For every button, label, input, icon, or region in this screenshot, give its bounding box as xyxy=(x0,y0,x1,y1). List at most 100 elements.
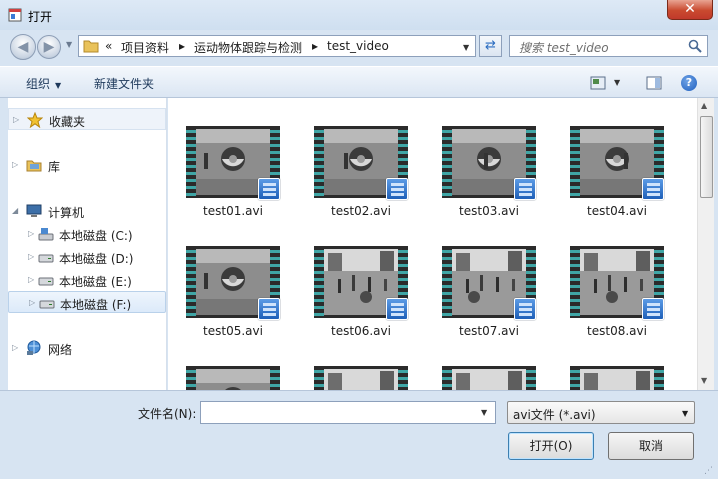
film-strip xyxy=(398,366,408,390)
file-item[interactable] xyxy=(552,338,672,390)
refresh-button[interactable]: ⇄ xyxy=(479,35,502,57)
file-name: test03.avi xyxy=(459,204,519,218)
window-title: 打开 xyxy=(28,10,53,24)
expand-icon[interactable]: ▷ xyxy=(28,252,34,261)
film-strip xyxy=(442,126,452,198)
preview-pane-icon[interactable] xyxy=(646,76,662,90)
nav-label-drive: 本地磁盘 (C:) xyxy=(59,229,133,243)
network-icon xyxy=(27,340,41,355)
film-strip xyxy=(270,366,280,390)
expand-icon[interactable]: ▷ xyxy=(12,343,18,352)
file-name: test01.avi xyxy=(203,204,263,218)
breadcrumb-overflow[interactable]: « xyxy=(105,39,112,53)
expand-icon[interactable]: ▷ xyxy=(28,275,34,284)
vertical-scrollbar[interactable]: ▲ ▼ xyxy=(697,98,714,390)
file-name: test08.avi xyxy=(587,324,647,338)
video-frame xyxy=(452,369,526,390)
scroll-down-icon[interactable]: ▼ xyxy=(701,376,707,385)
expand-icon[interactable]: ▷ xyxy=(29,298,35,307)
nav-label-drive: 本地磁盘 (E:) xyxy=(59,275,132,289)
nav-item-drive-d[interactable]: ▷ 本地磁盘 (D:) xyxy=(8,246,166,268)
film-strip xyxy=(526,366,536,390)
resize-grip[interactable]: ⋰ xyxy=(704,466,713,476)
expand-icon[interactable]: ▷ xyxy=(12,160,18,169)
filename-field[interactable] xyxy=(200,401,496,424)
file-item[interactable]: test04.avi xyxy=(552,98,672,218)
nav-item-network[interactable]: ▷ 网络 xyxy=(8,337,166,359)
address-bar[interactable]: « 项目资料 ▸ 运动物体跟踪与检测 ▸ test_video ▼ xyxy=(78,35,476,57)
filetype-select[interactable]: avi文件 (*.avi) ▼ xyxy=(507,401,695,424)
nav-item-favorites[interactable]: ▷ 收藏夹 xyxy=(8,108,166,130)
title-bar: 打开 ✕ xyxy=(0,0,718,30)
cancel-button[interactable]: 取消 xyxy=(608,432,694,460)
breadcrumb-separator[interactable]: ▸ xyxy=(312,39,318,53)
navigation-pane: ▷ 收藏夹 ▷ 库 ◢ 计算机 ▷ 本地磁盘 (C:) ▷ 本地磁盘 (D:) … xyxy=(8,98,167,390)
nav-item-drive-e[interactable]: ▷ 本地磁盘 (E:) xyxy=(8,269,166,291)
nav-item-drive-c[interactable]: ▷ 本地磁盘 (C:) xyxy=(8,223,166,245)
breadcrumb-item[interactable]: 运动物体跟踪与检测 xyxy=(194,39,302,56)
search-icon[interactable] xyxy=(688,39,702,53)
expand-icon[interactable]: ▷ xyxy=(28,229,34,238)
view-options-dropdown[interactable]: ▼ xyxy=(614,78,620,87)
file-item[interactable]: test01.avi xyxy=(168,98,288,218)
chevron-down-icon: ▼ xyxy=(682,409,689,418)
breadcrumb-separator[interactable]: ▸ xyxy=(179,39,185,53)
video-file-icon xyxy=(514,298,536,320)
file-item[interactable] xyxy=(296,338,416,390)
file-item[interactable]: test02.avi xyxy=(296,98,416,218)
close-button[interactable]: ✕ xyxy=(667,0,713,20)
film-strip xyxy=(186,366,196,390)
video-frame xyxy=(196,369,270,390)
forward-button[interactable]: ▶ xyxy=(37,35,61,59)
file-item[interactable]: test07.avi xyxy=(424,218,544,338)
file-item[interactable] xyxy=(424,338,544,390)
breadcrumb-item[interactable]: test_video xyxy=(327,39,389,53)
video-file-icon xyxy=(258,178,280,200)
nav-item-computer[interactable]: ◢ 计算机 xyxy=(8,200,166,222)
help-icon[interactable]: ? xyxy=(681,75,697,91)
library-icon xyxy=(26,160,42,172)
film-strip xyxy=(314,366,324,390)
collapse-icon[interactable]: ◢ xyxy=(12,206,18,215)
video-file-icon xyxy=(642,298,664,320)
file-item[interactable] xyxy=(168,338,288,390)
scroll-up-icon[interactable]: ▲ xyxy=(701,101,707,110)
organize-button[interactable]: 组织 ▼ xyxy=(26,75,61,92)
expand-icon[interactable]: ▷ xyxy=(13,115,19,124)
search-input[interactable]: 搜索 test_video xyxy=(509,35,708,57)
star-icon xyxy=(27,112,43,128)
film-strip xyxy=(314,246,324,318)
open-button[interactable]: 打开(O) xyxy=(508,432,594,460)
nav-label-network: 网络 xyxy=(48,343,73,357)
video-file-icon xyxy=(642,178,664,200)
file-item[interactable]: test03.avi xyxy=(424,98,544,218)
film-strip xyxy=(570,246,580,318)
video-thumbnail xyxy=(314,366,408,390)
video-thumbnail xyxy=(570,366,664,390)
drive-icon xyxy=(38,254,54,263)
recent-pages-dropdown[interactable]: ▼ xyxy=(66,40,72,49)
video-frame xyxy=(324,369,398,390)
address-dropdown[interactable]: ▼ xyxy=(463,43,469,52)
file-item[interactable]: test06.avi xyxy=(296,218,416,338)
file-item[interactable]: test08.avi xyxy=(552,218,672,338)
new-folder-button[interactable]: 新建文件夹 xyxy=(94,75,154,92)
film-strip xyxy=(570,366,580,390)
video-thumbnail xyxy=(186,366,280,390)
nav-item-drive-f[interactable]: ▷ 本地磁盘 (F:) xyxy=(8,291,166,313)
search-placeholder: 搜索 test_video xyxy=(519,41,609,55)
scrollbar-thumb[interactable] xyxy=(700,116,713,198)
film-strip xyxy=(442,366,452,390)
filename-history-dropdown[interactable]: ▼ xyxy=(481,408,487,417)
back-button[interactable]: ◀ xyxy=(10,34,36,60)
file-list: test01.avi test02.avi test03.avi test04.avi… xyxy=(168,98,698,390)
video-file-icon xyxy=(386,298,408,320)
view-options-icon[interactable] xyxy=(590,76,606,90)
video-file-icon xyxy=(514,178,536,200)
drive-icon xyxy=(38,277,54,286)
breadcrumb-item[interactable]: 项目资料 xyxy=(121,39,169,56)
file-item[interactable]: test05.avi xyxy=(168,218,288,338)
nav-item-libraries[interactable]: ▷ 库 xyxy=(8,154,166,176)
folder-icon xyxy=(83,40,99,53)
file-name: test06.avi xyxy=(331,324,391,338)
